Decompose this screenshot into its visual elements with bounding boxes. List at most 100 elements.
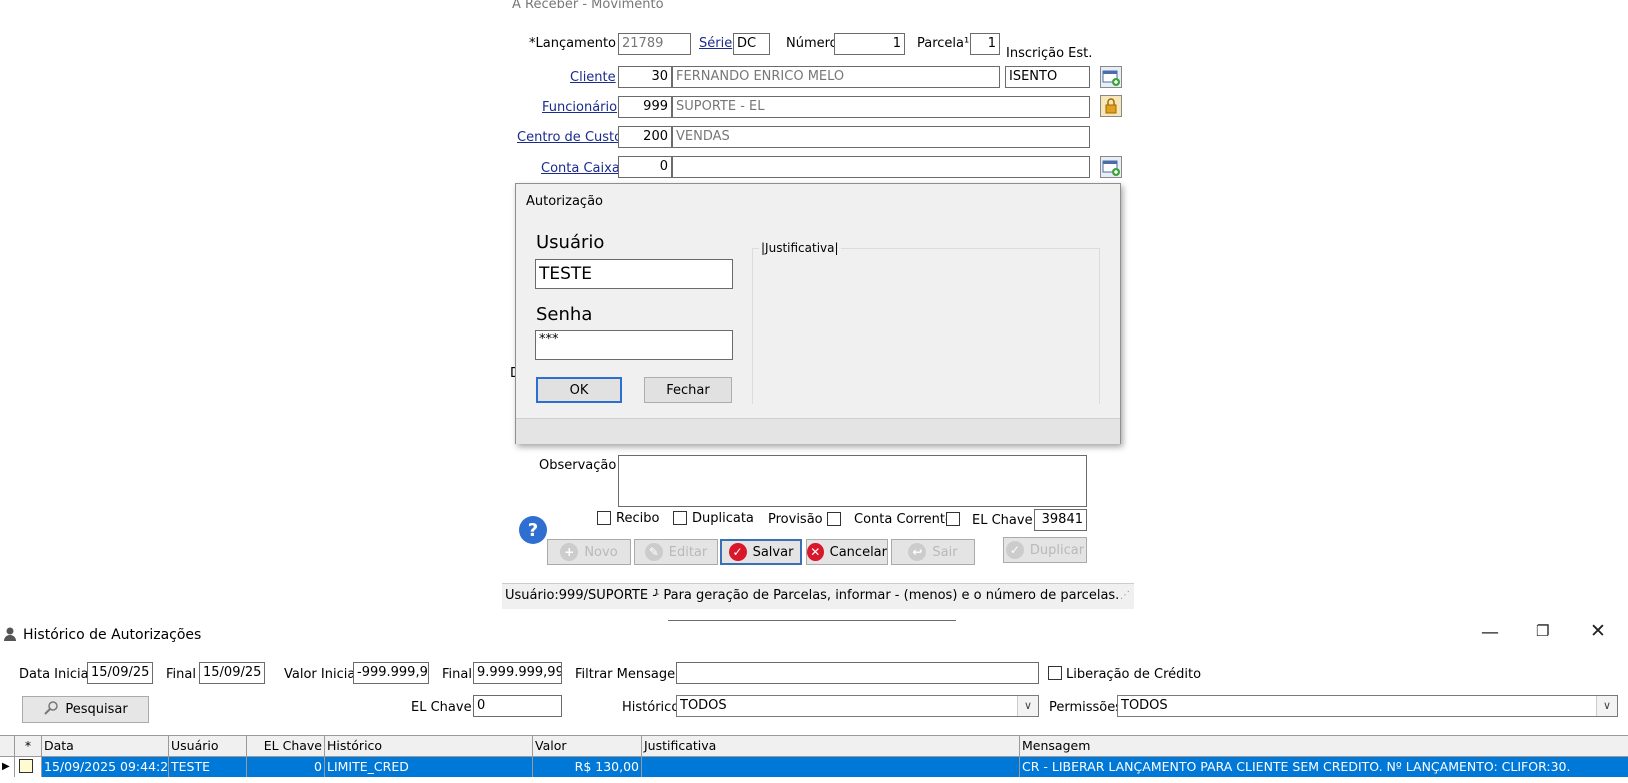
status-user: Usuário:999/SUPORTE - (505, 588, 657, 603)
column-header[interactable]: Valor (533, 736, 642, 756)
minimize-icon[interactable]: — (1481, 622, 1499, 643)
conta-corrente-label: Conta Corrente (854, 512, 954, 527)
column-header[interactable]: EL Chave (247, 736, 325, 756)
conta-caixa-link[interactable]: Conta Caixa (541, 161, 620, 176)
cell-usuario[interactable]: TESTE (169, 757, 247, 777)
chevron-down-icon[interactable]: ∨ (1017, 696, 1038, 716)
row-indicator-icon: ▶ (0, 757, 15, 777)
cliente-link[interactable]: Cliente (570, 70, 616, 85)
lock-icon[interactable] (1100, 95, 1122, 117)
conta-corrente-checkbox[interactable] (946, 512, 960, 526)
close-icon: ✕ (807, 543, 824, 561)
column-header[interactable]: Data (42, 736, 169, 756)
parcela-label: Parcela¹ (917, 36, 970, 51)
valor-final-field[interactable]: 9.999.999,99 (473, 662, 562, 684)
funcionario-name-field[interactable]: SUPORTE - EL (672, 96, 1090, 118)
history-grid: * Data Usuário EL Chave Histórico Valor … (0, 735, 1628, 783)
filtrar-mensagem-field[interactable] (676, 662, 1039, 684)
conta-name-field[interactable] (672, 156, 1090, 178)
justificativa-field[interactable] (756, 256, 1092, 400)
editar-button[interactable]: ✎ Editar (634, 539, 718, 565)
recibo-checkbox[interactable] (597, 511, 611, 525)
autorizacao-dialog: Autorização Usuário TESTE Senha *** OK F… (515, 183, 1121, 444)
duplicata-label: Duplicata (692, 511, 754, 526)
senha-field[interactable]: *** (535, 330, 733, 360)
el-chave-label: EL Chave (972, 513, 1033, 528)
usuario-field[interactable]: TESTE (535, 259, 733, 289)
serie-field[interactable]: DC (733, 33, 770, 55)
el-chave-field[interactable]: 39841 (1034, 509, 1087, 531)
user-icon (2, 626, 18, 646)
column-header[interactable]: Histórico (325, 736, 533, 756)
centro-custo-link[interactable]: Centro de Custo (517, 130, 622, 145)
ok-button[interactable]: OK (536, 377, 622, 403)
row-select-cell[interactable] (15, 757, 42, 777)
cell-data[interactable]: 15/09/2025 09:44:25 (42, 757, 169, 777)
centro-name-field[interactable]: VENDAS (672, 126, 1090, 148)
dialog-footer (516, 418, 1120, 444)
liberacao-credito-label: Liberação de Crédito (1066, 667, 1202, 682)
exit-icon: ↩ (908, 543, 927, 561)
cell-historico[interactable]: LIMITE_CRED (325, 757, 533, 777)
column-header[interactable]: * (15, 736, 42, 756)
help-icon[interactable]: ? (519, 516, 547, 544)
numero-field[interactable]: 1 (834, 33, 905, 55)
novo-button[interactable]: + Novo (547, 539, 631, 565)
funcionario-code-field[interactable]: 999 (618, 96, 672, 118)
status-hint: ¹ Para geração de Parcelas, informar - (… (654, 588, 1120, 603)
salvar-button[interactable]: ✓ Salvar (720, 539, 802, 565)
column-header[interactable]: Justificativa (642, 736, 1020, 756)
grid-header: * Data Usuário EL Chave Histórico Valor … (0, 736, 1628, 757)
column-header[interactable]: Usuário (169, 736, 247, 756)
cell-justificativa[interactable] (642, 757, 1020, 777)
cell-el-chave[interactable]: 0 (247, 757, 325, 777)
filtrar-mensagem-label: Filtrar Mensagem (575, 667, 688, 682)
history-title: Histórico de Autorizações (23, 627, 202, 643)
cliente-name-field[interactable]: FERNANDO ENRICO MELO (672, 66, 1000, 88)
permissoes-label: Permissões (1049, 700, 1123, 715)
liberacao-credito-checkbox[interactable] (1048, 666, 1062, 680)
permissoes-select[interactable]: TODOS ∨ (1117, 695, 1618, 717)
search-icon (43, 700, 59, 720)
cell-valor[interactable]: R$ 130,00 (533, 757, 642, 777)
window-add-icon[interactable] (1100, 156, 1122, 178)
check-icon: ✓ (1005, 541, 1024, 559)
sair-button[interactable]: ↩ Sair (891, 539, 975, 565)
duplicata-checkbox[interactable] (673, 511, 687, 525)
observacao-field[interactable] (618, 455, 1087, 507)
final-field[interactable]: 15/09/25 (199, 662, 265, 684)
divider (668, 620, 956, 621)
valor-inicial-label: Valor Inicial (284, 667, 359, 682)
fechar-button[interactable]: Fechar (644, 377, 732, 403)
lancamento-field[interactable]: 21789 (618, 33, 691, 55)
restore-icon[interactable]: ❐ (1536, 622, 1549, 640)
valor-inicial-field[interactable]: -999.999,99 (353, 662, 429, 684)
duplicar-button[interactable]: ✓ Duplicar (1003, 537, 1087, 563)
table-row[interactable]: ▶ 15/09/2025 09:44:25 TESTE 0 LIMITE_CRE… (0, 757, 1628, 777)
cancelar-button[interactable]: ✕ Cancelar (806, 539, 888, 565)
chevron-down-icon[interactable]: ∨ (1596, 696, 1617, 716)
column-header[interactable]: Mensagem (1020, 736, 1628, 756)
cell-mensagem[interactable]: CR - LIBERAR LANÇAMENTO PARA CLIENTE SEM… (1020, 757, 1628, 777)
provisao-checkbox[interactable] (827, 512, 841, 526)
centro-code-field[interactable]: 200 (618, 126, 672, 148)
historico-select[interactable]: TODOS ∨ (676, 695, 1039, 717)
conta-code-field[interactable]: 0 (618, 156, 672, 178)
provisao-label: Provisão (768, 512, 823, 527)
history-el-chave-field[interactable]: 0 (473, 695, 562, 717)
close-icon[interactable]: ✕ (1590, 620, 1606, 642)
senha-label: Senha (536, 304, 593, 325)
window-add-icon[interactable] (1100, 66, 1122, 88)
dialog-title: Autorização (526, 194, 603, 209)
justificativa-label: |Justificativa| (759, 241, 841, 255)
serie-link[interactable]: Série (699, 36, 732, 51)
resize-grip-icon[interactable]: ⋰ (1120, 590, 1130, 601)
data-inicial-field[interactable]: 15/09/25 (87, 662, 153, 684)
valor-final-label: Final (442, 667, 472, 682)
numero-label: Número (786, 36, 838, 51)
inscricao-field[interactable]: ISENTO (1005, 66, 1090, 88)
cliente-code-field[interactable]: 30 (618, 66, 672, 88)
parcela-field[interactable]: 1 (970, 33, 1000, 55)
funcionario-link[interactable]: Funcionário (542, 100, 617, 115)
pesquisar-button[interactable]: Pesquisar (22, 696, 149, 723)
